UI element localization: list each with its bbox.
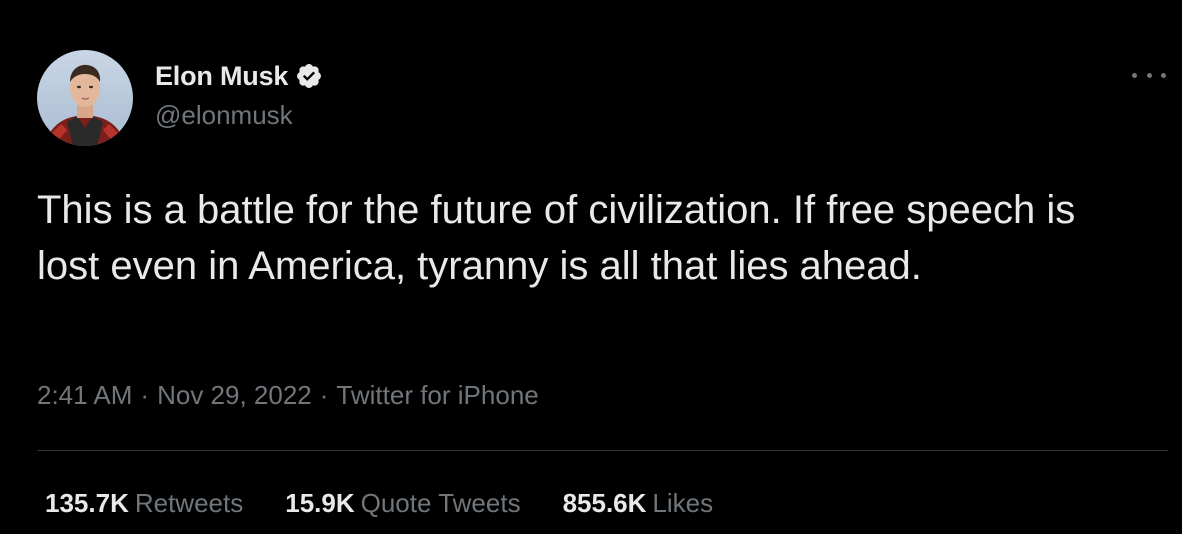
separator: ·	[319, 380, 329, 410]
likes-stat[interactable]: 855.6K Likes	[563, 488, 714, 519]
more-horizontal-icon[interactable]	[1132, 60, 1166, 90]
tweet-metadata: 2:41 AM · Nov 29, 2022 · Twitter for iPhone	[37, 380, 539, 411]
author-name-row[interactable]: Elon Musk	[155, 58, 323, 94]
more-dot	[1132, 72, 1137, 78]
engagement-stats: 135.7K Retweets 15.9K Quote Tweets 855.6K L…	[45, 488, 755, 519]
more-dot	[1161, 72, 1166, 78]
quote-tweets-label: Quote Tweets	[360, 488, 521, 518]
display-name[interactable]: Elon Musk	[155, 61, 288, 92]
likes-count: 855.6K	[562, 488, 647, 518]
more-dot	[1146, 72, 1152, 78]
tweet-text: This is a battle for the future of civil…	[37, 188, 1076, 288]
tweet-source[interactable]: Twitter for iPhone	[336, 380, 538, 410]
verified-badge-icon	[295, 62, 323, 90]
handle[interactable]: @elonmusk	[155, 100, 323, 131]
avatar[interactable]	[37, 50, 133, 146]
retweets-label: Retweets	[134, 488, 244, 518]
avatar-image	[37, 50, 133, 146]
quote-tweets-count: 15.9K	[285, 488, 355, 518]
retweets-count: 135.7K	[45, 488, 129, 518]
likes-label: Likes	[652, 488, 714, 518]
tweet-card: Elon Musk @elonmusk This is a battle for…	[0, 0, 1182, 534]
quote-tweets-stat[interactable]: 15.9K Quote Tweets	[285, 488, 520, 519]
separator: ·	[140, 380, 150, 410]
retweets-stat[interactable]: 135.7K Retweets	[45, 488, 243, 519]
tweet-time[interactable]: 2:41 AM	[37, 380, 132, 410]
tweet-date[interactable]: Nov 29, 2022	[157, 380, 312, 410]
divider	[37, 450, 1168, 451]
author-info: Elon Musk @elonmusk	[155, 58, 323, 131]
